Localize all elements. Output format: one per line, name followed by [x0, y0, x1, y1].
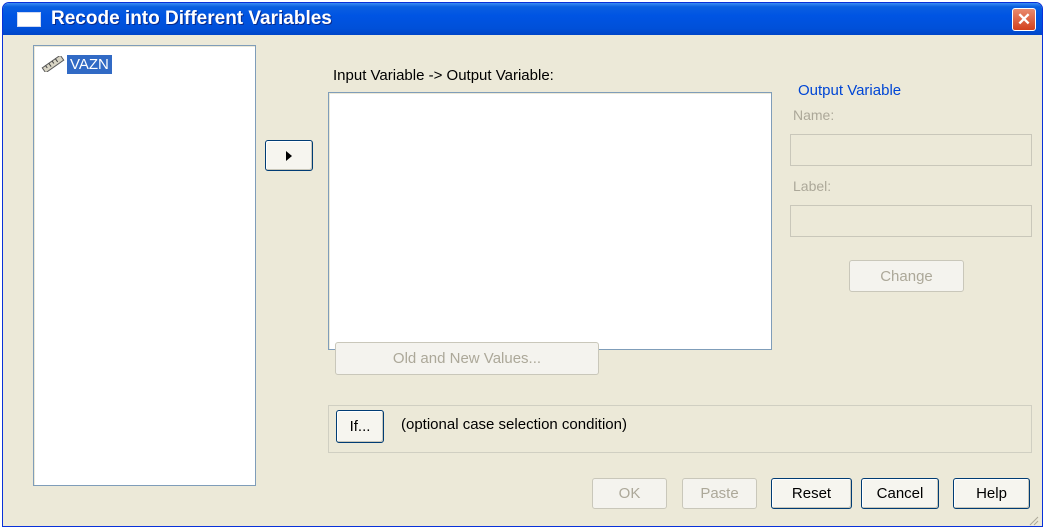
window-title: Recode into Different Variables [51, 8, 332, 29]
right-triangle-icon [286, 150, 292, 161]
window-app-icon [17, 12, 41, 27]
reset-button[interactable]: Reset [771, 478, 852, 509]
input-output-label: Input Variable -> Output Variable: [333, 67, 554, 84]
output-name-label: Name: [793, 107, 835, 123]
list-item[interactable]: VAZN [40, 54, 112, 74]
ruler-icon [40, 54, 66, 74]
title-bar[interactable]: Recode into Different Variables ✕ [3, 3, 1042, 35]
output-name-field[interactable] [790, 134, 1032, 166]
output-label-label: Label: [793, 178, 832, 194]
output-label-field[interactable] [790, 205, 1032, 237]
recode-dialog-window: Recode into Different Variables ✕ VAZN I… [2, 2, 1043, 527]
cancel-button[interactable]: Cancel [861, 478, 939, 509]
old-and-new-values-button[interactable]: Old and New Values... [335, 342, 599, 375]
source-variable-list[interactable]: VAZN [33, 45, 256, 486]
resize-grip-icon[interactable] [1027, 513, 1039, 526]
close-button[interactable]: ✕ [1012, 8, 1036, 31]
help-button[interactable]: Help [953, 478, 1030, 509]
input-output-variable-list[interactable] [328, 92, 772, 350]
dialog-client-area: VAZN Input Variable -> Output Variable: … [3, 35, 1042, 526]
paste-button[interactable]: Paste [682, 478, 757, 509]
output-variable-group-title: Output Variable [798, 82, 902, 99]
ok-button[interactable]: OK [592, 478, 667, 509]
if-button[interactable]: If... [336, 410, 384, 443]
move-variable-button[interactable] [265, 140, 313, 171]
change-button[interactable]: Change [849, 260, 964, 292]
if-condition-description: (optional case selection condition) [401, 416, 627, 433]
variable-label-vazn: VAZN [67, 54, 112, 74]
